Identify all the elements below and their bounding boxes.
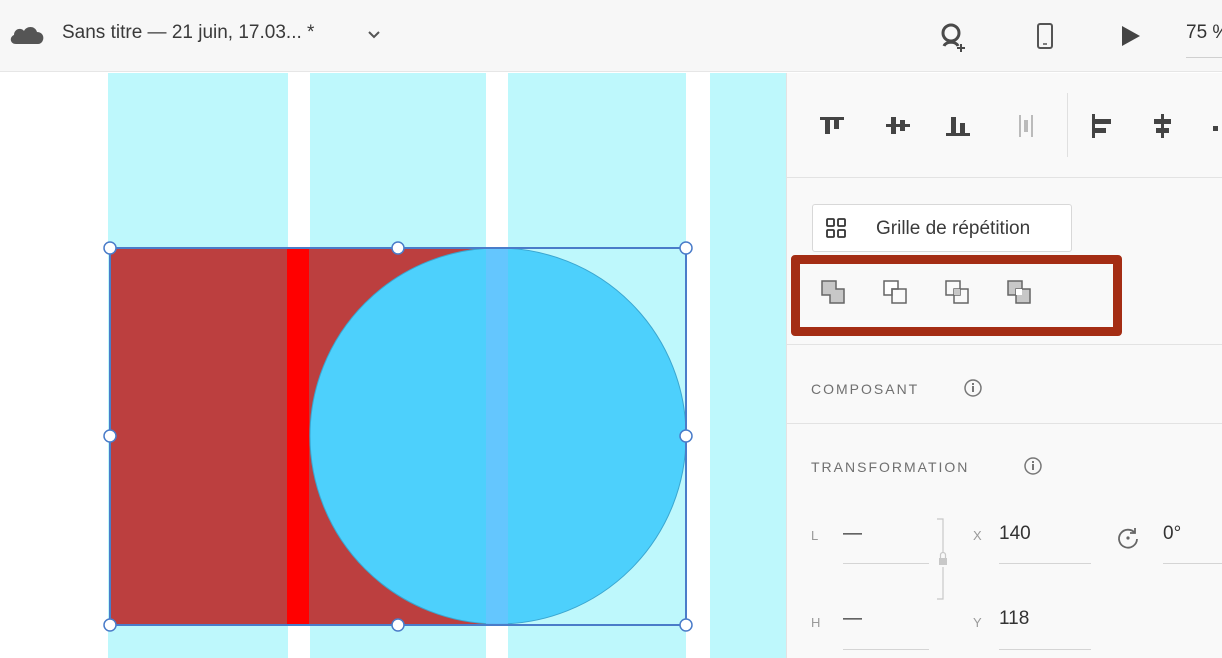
share-user-icon[interactable] bbox=[936, 20, 970, 54]
handle-middle-right bbox=[679, 429, 693, 443]
design-canvas[interactable] bbox=[0, 73, 786, 658]
align-middle-vertical-icon[interactable] bbox=[883, 109, 913, 141]
transform-section-title: TRANSFORMATION bbox=[811, 459, 970, 475]
document-title[interactable]: Sans titre — 21 juin, 17.03... * bbox=[62, 22, 314, 44]
alignment-toolbar bbox=[787, 73, 1222, 178]
handle-top-right bbox=[679, 241, 693, 255]
device-preview-icon[interactable] bbox=[1032, 20, 1058, 54]
handle-bottom-right bbox=[679, 618, 693, 632]
red-strip bbox=[287, 248, 309, 625]
repeat-grid-label: Grille de répétition bbox=[876, 218, 1031, 239]
rotate-icon bbox=[1118, 528, 1138, 549]
align-left-icon[interactable] bbox=[1087, 109, 1117, 141]
width-input-underline bbox=[843, 563, 929, 564]
y-label: Y bbox=[973, 615, 982, 630]
align-top-icon[interactable] bbox=[817, 109, 847, 141]
repeat-grid-button[interactable]: Grille de répétition bbox=[812, 204, 1072, 252]
zoom-level[interactable]: 75 % bbox=[1186, 22, 1222, 58]
x-label: X bbox=[973, 528, 982, 543]
exclude-overlap-icon[interactable] bbox=[1005, 277, 1033, 307]
play-icon[interactable] bbox=[1118, 22, 1144, 50]
add-union-icon[interactable] bbox=[819, 277, 847, 307]
distribute-vertical-icon[interactable] bbox=[1011, 109, 1041, 141]
handle-top-middle bbox=[391, 241, 405, 255]
handle-middle-left bbox=[103, 429, 117, 443]
handle-bottom-left bbox=[103, 618, 117, 632]
handle-bottom-middle bbox=[391, 618, 405, 632]
component-section-title: COMPOSANT bbox=[811, 381, 920, 397]
y-input[interactable]: 118 bbox=[999, 608, 1029, 630]
align-right-icon[interactable] bbox=[1207, 109, 1222, 141]
width-input[interactable]: — bbox=[843, 523, 862, 545]
toolbar-separator bbox=[1067, 93, 1068, 157]
property-inspector: Grille de répétition COMPOSANT TRANSFORM… bbox=[786, 73, 1222, 658]
cloud-icon[interactable] bbox=[8, 24, 46, 46]
align-bottom-icon[interactable] bbox=[943, 109, 973, 141]
handle-top-left bbox=[103, 241, 117, 255]
selected-artwork[interactable] bbox=[0, 73, 786, 658]
lock-aspect-ratio-icon[interactable] bbox=[933, 513, 953, 605]
width-label: L bbox=[811, 528, 819, 543]
height-label: H bbox=[811, 615, 821, 630]
height-input-underline bbox=[843, 649, 929, 650]
align-center-horizontal-icon[interactable] bbox=[1147, 109, 1177, 141]
rotation-input[interactable]: 0° bbox=[1163, 523, 1181, 545]
info-icon[interactable] bbox=[1023, 456, 1043, 476]
circle-column-overlap bbox=[486, 248, 508, 625]
repeat-grid-icon bbox=[826, 218, 846, 238]
rotation-input-underline bbox=[1163, 563, 1222, 564]
y-input-underline bbox=[999, 649, 1091, 650]
section-divider bbox=[787, 344, 1222, 345]
chevron-down-icon[interactable] bbox=[366, 26, 382, 42]
info-icon[interactable] bbox=[963, 378, 983, 398]
x-input[interactable]: 140 bbox=[999, 523, 1031, 545]
height-input[interactable]: — bbox=[843, 608, 862, 630]
intersect-icon[interactable] bbox=[943, 277, 971, 307]
x-input-underline bbox=[999, 563, 1091, 564]
section-divider bbox=[787, 423, 1222, 424]
subtract-icon[interactable] bbox=[881, 277, 909, 307]
top-bar: Sans titre — 21 juin, 17.03... * 75 % bbox=[0, 0, 1222, 72]
